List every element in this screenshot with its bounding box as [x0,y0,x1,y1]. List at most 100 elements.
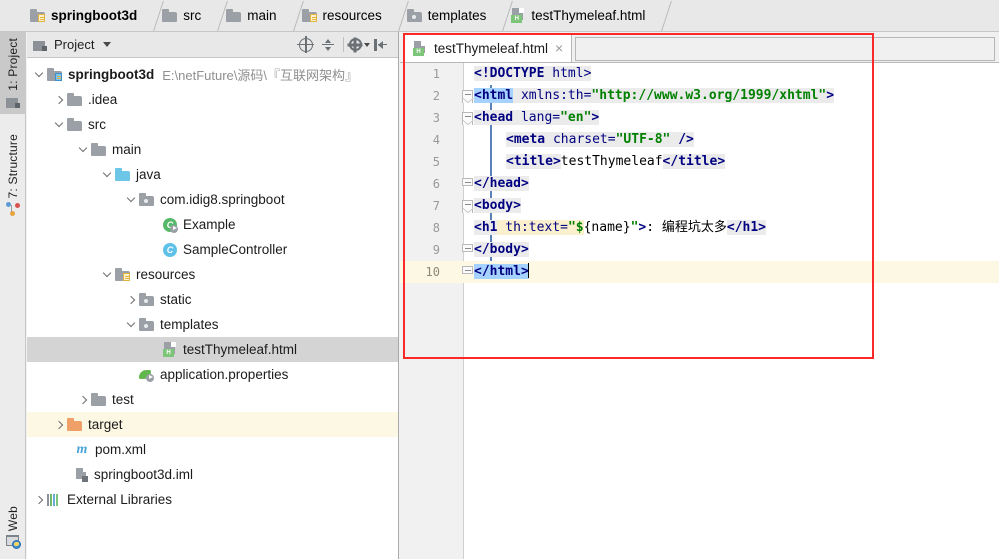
code-token-charset-attr: charset= [545,132,615,147]
tree-item-pom-xml[interactable]: m pom.xml [27,437,398,462]
hide-panel-button[interactable] [370,34,392,56]
fold-marker-icon[interactable] [462,244,474,256]
tree-item-example[interactable]: C Example [27,212,398,237]
tree-item-java[interactable]: java [27,162,398,187]
expand-toggle[interactable] [99,262,115,287]
code-line-4[interactable]: 4 <meta charset="UTF-8" /> [400,129,999,151]
project-view-selector-button[interactable] [96,34,118,56]
tree-item-testthymeleaf-html[interactable]: H testThymeleaf.html [27,337,398,362]
fold-marker-icon[interactable] [462,90,474,102]
html-file-icon: H [413,41,427,56]
project-tree[interactable]: springboot3d E:\netFuture\源码\『互联网架构』 .id… [27,58,398,558]
tree-item-application-properties[interactable]: application.properties [27,362,398,387]
breadcrumb-item-springboot3d[interactable]: springboot3d [30,0,141,32]
tree-item-resources[interactable]: resources [27,262,398,287]
code-line-10[interactable]: 10 </html> [400,261,999,283]
expand-toggle[interactable] [31,487,47,512]
tree-item-test[interactable]: test [27,387,398,412]
code-token-head-open: <head [474,110,513,125]
expand-toggle[interactable] [51,87,67,112]
expand-toggle[interactable] [99,162,115,187]
breadcrumb: springboot3d src main resources [0,0,999,32]
tree-item-static[interactable]: static [27,287,398,312]
code-line-5[interactable]: 5 <title>testThymeleaf</title> [400,151,999,173]
package-icon [139,193,154,206]
project-icon [6,95,20,108]
code-line-3[interactable]: 3 <head lang="en"> [400,107,999,129]
collapse-all-icon [321,38,335,52]
code-line-content: <body> [474,195,999,217]
tree-item-target[interactable]: target [27,412,398,437]
fold-marker-icon[interactable] [462,178,474,190]
expand-toggle[interactable] [31,62,47,87]
tree-item-idea[interactable]: .idea [27,87,398,112]
line-number: 1 [400,63,440,85]
code-line-8[interactable]: 8 <h1 th:text="${name}">: 编程坑太多</h1> [400,217,999,239]
line-number: 4 [400,129,440,151]
code-line-9[interactable]: 9 </body> [400,239,999,261]
line-number: 9 [400,239,440,261]
code-token-h1-open: <h1 [474,220,497,235]
breadcrumb-item-templates[interactable]: templates [407,0,491,32]
tree-item-samplecontroller[interactable]: C SampleController [27,237,398,262]
tree-item-springboot3d-iml[interactable]: springboot3d.iml [27,462,398,487]
expand-toggle[interactable] [123,187,139,212]
iml-file-icon [75,468,88,482]
breadcrumb-item-src[interactable]: src [162,0,205,32]
sidebar-item-web[interactable]: Web [0,500,26,555]
sidebar-item-label: 7: Structure [6,134,20,198]
html-file-icon: H [163,342,177,357]
code-line-content: </html> [474,261,999,283]
expand-toggle[interactable] [123,287,139,312]
sidebar-item-project[interactable]: 1: Project [0,32,26,114]
tree-item-com-idig8-springboot[interactable]: com.idig8.springboot [27,187,398,212]
breadcrumb-item-main[interactable]: main [226,0,280,32]
tree-item-main[interactable]: main [27,137,398,162]
expand-toggle[interactable] [51,112,67,137]
expand-toggle[interactable] [75,387,91,412]
breadcrumb-item-resources[interactable]: resources [302,0,386,32]
breadcrumb-item-testthymeleaf-html[interactable]: H testThymeleaf.html [511,0,649,32]
tree-item-label: java [136,167,161,182]
close-icon[interactable]: × [555,41,563,55]
collapse-all-button[interactable] [317,34,339,56]
expand-toggle[interactable] [123,312,139,337]
expand-toggle[interactable] [51,412,67,437]
project-path: E:\netFuture\源码\『互联网架构』 [162,65,358,84]
code-line-1[interactable]: 1 <!DOCTYPE html> [400,63,999,85]
tree-item-springboot3d[interactable]: springboot3d E:\netFuture\源码\『互联网架构』 [27,62,398,87]
resources-folder-icon [115,268,130,281]
fold-marker-icon[interactable] [462,112,474,124]
code-token-lang-value: "en" [560,110,591,125]
code-line-6[interactable]: 6 </head> [400,173,999,195]
source-root-icon [115,168,130,181]
line-number: 8 [400,217,440,239]
fold-marker-icon[interactable] [462,266,474,278]
code-line-7[interactable]: 7 <body> [400,195,999,217]
panel-settings-button[interactable] [348,34,370,56]
locate-file-button[interactable] [295,34,317,56]
line-number: 6 [400,173,440,195]
tree-item-src[interactable]: src [27,112,398,137]
code-token-xmlns-attr: xmlns:th= [513,88,591,103]
web-icon [6,535,21,549]
expand-toggle[interactable] [75,137,91,162]
code-token-selfclose: /> [670,132,693,147]
tree-item-label: .idea [88,92,117,107]
breadcrumb-label: main [247,8,276,23]
code-token-body-open: <body> [474,198,521,213]
code-line-2[interactable]: 2 <html xmlns:th="http://www.w3.org/1999… [400,85,999,107]
breadcrumb-separator [211,0,223,32]
editor-tab-testthymeleaf-html[interactable]: H testThymeleaf.html × [403,33,572,62]
tree-item-external-libraries[interactable]: External Libraries [27,487,398,512]
breadcrumb-label: springboot3d [51,8,137,23]
sidebar-item-structure[interactable]: 7: Structure [0,128,26,222]
folder-icon [226,9,241,22]
tree-item-templates[interactable]: templates [27,312,398,337]
breadcrumb-separator [655,0,667,32]
chevron-down-icon [364,43,370,47]
editor-body[interactable]: 1 <!DOCTYPE html> 2 <html xmlns:th="http… [400,62,999,559]
tree-item-label: resources [136,267,195,282]
fold-marker-icon[interactable] [462,200,474,212]
breadcrumb-separator [147,0,159,32]
